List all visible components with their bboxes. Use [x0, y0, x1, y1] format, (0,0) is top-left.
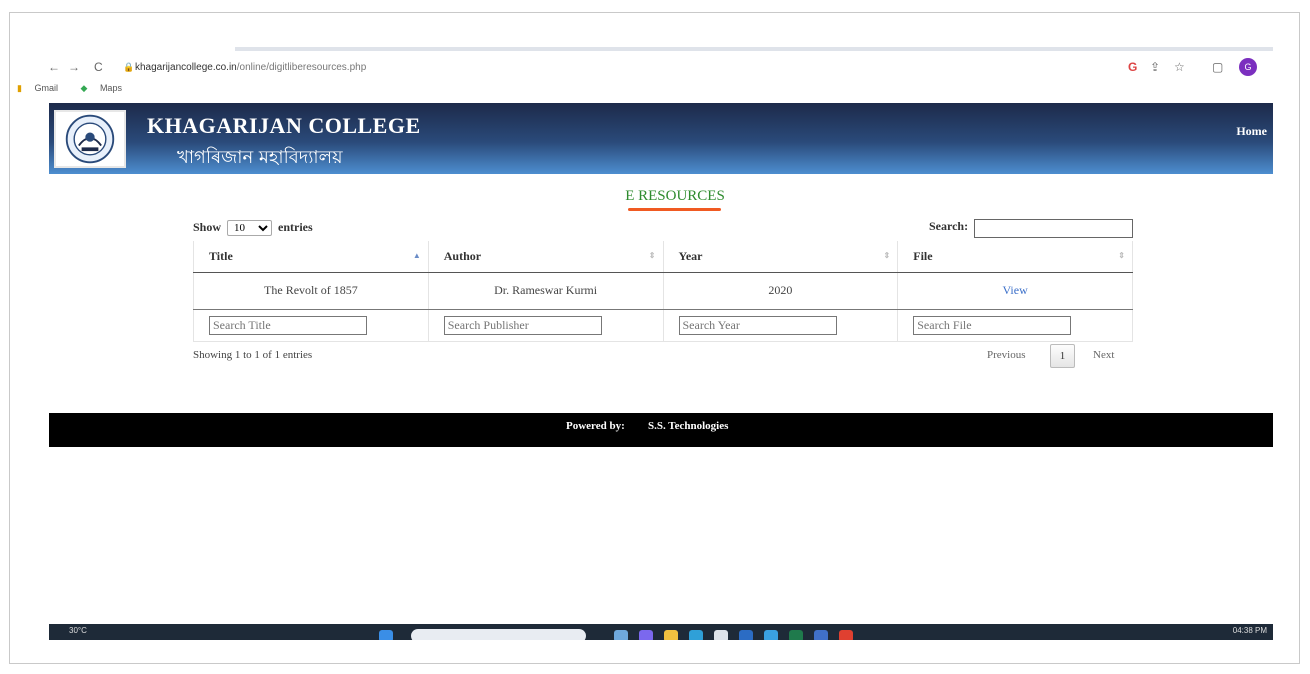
column-label: Title [209, 248, 233, 263]
maps-icon: ◆ [80, 83, 88, 93]
bookmark-label: Maps [99, 83, 122, 93]
table-info: Showing 1 to 1 of 1 entries [193, 349, 313, 361]
excel-icon[interactable] [789, 630, 803, 640]
lock-icon: 🔒 [123, 62, 135, 72]
word-icon[interactable] [739, 630, 753, 640]
sidepanel-icon[interactable]: ▢ [1212, 60, 1223, 74]
college-name-bengali: খাগৰিজান মহাবিদ্যালয় [177, 147, 343, 168]
sort-asc-icon: ▲ [412, 251, 421, 260]
bookmark-maps[interactable]: ◆ Maps [81, 83, 132, 93]
cell-author: Dr. Rameswar Kurmi [428, 272, 664, 310]
browser-tab-strip [235, 47, 1273, 51]
search-file-input[interactable] [913, 315, 1072, 335]
share-icon[interactable]: ⇪ [1150, 60, 1160, 74]
college-logo[interactable] [54, 110, 126, 168]
page-1-button[interactable]: 1 [1050, 344, 1075, 368]
site-header: KHAGARIJAN COLLEGE খাগৰিজান মহাবিদ্যালয়… [49, 103, 1273, 174]
previous-button[interactable]: Previous [987, 349, 1026, 361]
url-path: /online/digitliberesources.php [236, 62, 367, 73]
app-icon[interactable] [764, 630, 778, 640]
reload-icon[interactable]: C [94, 60, 103, 74]
filter-cell [193, 309, 429, 342]
column-header-title[interactable]: Title ▲ [193, 241, 429, 273]
filter-cell [663, 309, 899, 342]
next-button[interactable]: Next [1093, 349, 1114, 361]
nav-home-link[interactable]: Home [1236, 124, 1267, 139]
page-title: E RESOURCES [625, 188, 725, 204]
table-header-row: Title ▲ Author ⇕ Year ⇕ File ⇕ [193, 241, 1133, 273]
sort-icon: ⇕ [883, 251, 891, 260]
search-label: Search: [929, 219, 969, 233]
back-icon[interactable]: ← [48, 60, 60, 74]
search-year-input[interactable] [678, 315, 837, 335]
column-header-year[interactable]: Year ⇕ [663, 241, 899, 273]
edge-icon[interactable] [689, 630, 703, 640]
filter-cell [897, 309, 1133, 342]
sort-icon: ⇕ [648, 251, 656, 260]
company-name: S.S. Technologies [648, 420, 729, 432]
powered-by-label: Powered by: [566, 420, 625, 432]
bookmarks-bar: ▮ Gmail ◆ Maps [17, 83, 142, 94]
table-row: The Revolt of 1857 Dr. Rameswar Kurmi 20… [193, 272, 1133, 310]
weather-temp[interactable]: 30°C [69, 626, 87, 635]
cell-year: 2020 [663, 272, 899, 310]
search-input[interactable] [974, 219, 1133, 238]
logo-emblem-icon [65, 114, 115, 164]
chrome-icon[interactable] [839, 630, 853, 640]
search-publisher-input[interactable] [443, 315, 602, 335]
app-icon[interactable] [814, 630, 828, 640]
site-footer: Powered by: S.S. Technologies [49, 413, 1273, 447]
store-icon[interactable] [714, 630, 728, 640]
forward-icon[interactable]: → [68, 60, 80, 74]
show-label: Show [193, 220, 222, 234]
bookmark-gmail[interactable]: ▮ Gmail [17, 83, 68, 93]
profile-avatar[interactable]: G [1239, 58, 1257, 76]
bookmark-label: Gmail [34, 83, 58, 93]
address-bar[interactable]: khagarijancollege.co.in/online/digitlibe… [135, 62, 366, 73]
resources-table: Title ▲ Author ⇕ Year ⇕ File ⇕ The Revolt of… [193, 241, 1133, 342]
column-header-author[interactable]: Author ⇕ [428, 241, 664, 273]
show-entries-control: Show 10 entries [193, 220, 313, 236]
filter-row [193, 309, 1133, 342]
star-icon[interactable]: ☆ [1174, 60, 1185, 74]
folder-icon[interactable] [664, 630, 678, 640]
taskview-icon[interactable] [614, 630, 628, 640]
sort-icon: ⇕ [1118, 251, 1125, 260]
browser-toolbar: ← → C 🔒 khagarijancollege.co.in/online/d… [40, 58, 1272, 80]
google-icon[interactable]: G [1128, 60, 1137, 74]
cell-title: The Revolt of 1857 [193, 272, 429, 310]
page-size-select[interactable]: 10 [227, 220, 273, 236]
taskbar-search[interactable] [411, 629, 586, 640]
entries-label: entries [278, 220, 313, 234]
cell-file: View [897, 272, 1133, 310]
title-underline [628, 208, 721, 211]
gmail-icon: ▮ [17, 83, 22, 93]
start-icon[interactable] [379, 630, 393, 640]
search-title-input[interactable] [209, 315, 367, 335]
url-host: khagarijancollege.co.in [135, 62, 237, 73]
system-clock[interactable]: 04:38 PM [1233, 626, 1267, 635]
column-label: Author [443, 248, 482, 263]
column-header-file[interactable]: File ⇕ [897, 241, 1133, 273]
column-label: File [913, 248, 933, 263]
column-label: Year [678, 248, 703, 263]
college-name: KHAGARIJAN COLLEGE [147, 113, 421, 138]
view-file-link[interactable]: View [1002, 283, 1027, 297]
table-search: Search: [929, 219, 1133, 238]
os-taskbar: 30°C 04:38 PM [49, 624, 1273, 640]
filter-cell [428, 309, 664, 342]
chat-icon[interactable] [639, 630, 653, 640]
